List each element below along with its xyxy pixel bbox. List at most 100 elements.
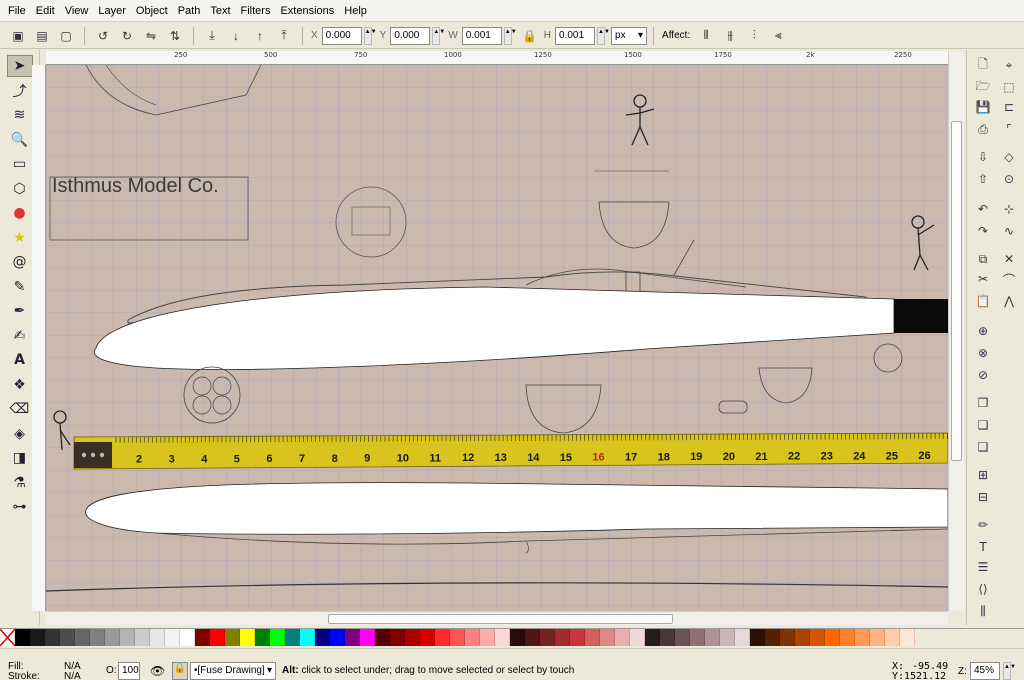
snap-bbox-icon[interactable]: ⬚ [1000,78,1018,96]
palette-swatch[interactable] [795,629,810,646]
flip-horizontal-icon[interactable]: ⇋ [141,26,161,46]
palette-swatch[interactable] [405,629,420,646]
palette-swatch[interactable] [675,629,690,646]
import-icon[interactable]: ⇩ [974,148,992,166]
palette-swatch[interactable] [765,629,780,646]
snap-nodes-icon[interactable]: ⊹ [1000,200,1018,218]
duplicate-icon[interactable]: ❐ [974,394,992,412]
palette-swatch[interactable] [855,629,870,646]
palette-swatch[interactable] [870,629,885,646]
palette-swatch[interactable] [570,629,585,646]
horizontal-scrollbar[interactable] [46,611,948,625]
raise-icon[interactable]: ↑ [250,26,270,46]
palette-swatch[interactable] [705,629,720,646]
scale-stroke-icon[interactable]: ⫴ [696,26,716,46]
vertical-scrollbar[interactable] [948,51,964,611]
print-icon[interactable]: ⎙ [974,120,992,138]
palette-swatch[interactable] [255,629,270,646]
undo-icon[interactable]: ↶ [974,200,992,218]
palette-swatch[interactable] [735,629,750,646]
pen-tool-icon[interactable]: ✒ [7,300,33,322]
node-tool-icon[interactable]: ⤴ [7,80,33,102]
palette-swatch[interactable] [135,629,150,646]
menu-path[interactable]: Path [178,5,201,17]
menu-extensions[interactable]: Extensions [280,5,334,17]
palette-swatch[interactable] [615,629,630,646]
unlink-clone-icon[interactable]: ❑ [974,438,992,456]
copy-icon[interactable]: ⧉ [974,250,992,268]
flip-vertical-icon[interactable]: ⇅ [165,26,185,46]
new-document-icon[interactable]: 🗋 [974,56,992,74]
connector-tool-icon[interactable]: ⊶ [7,496,33,518]
eye-icon[interactable]: 👁 [150,664,165,678]
lower-icon[interactable]: ↓ [226,26,246,46]
snap-edges-icon[interactable]: ⊏ [1000,98,1018,116]
open-icon[interactable]: 🗁 [974,78,992,96]
palette-swatch[interactable] [360,629,375,646]
spiral-tool-icon[interactable]: @ [7,251,33,273]
clone-icon[interactable]: ❏ [974,416,992,434]
paste-icon[interactable]: 📋 [974,292,992,310]
palette-swatch[interactable] [60,629,75,646]
unit-select[interactable]: px ▾ [611,26,648,45]
vertical-scroll-thumb[interactable] [951,121,962,461]
zoom-selection-icon[interactable]: ⊕ [974,322,992,340]
palette-swatch[interactable] [690,629,705,646]
h-spinner[interactable]: ▲▼ [597,26,610,45]
palette-swatch[interactable] [825,629,840,646]
palette-swatch[interactable] [660,629,675,646]
dropper-tool-icon[interactable]: ⚗ [7,472,33,494]
palette-swatch[interactable] [780,629,795,646]
lower-to-bottom-icon[interactable]: ⤓ [202,26,222,46]
palette-swatch[interactable] [840,629,855,646]
star-tool-icon[interactable]: ★ [7,227,33,249]
palette-swatch[interactable] [885,629,900,646]
palette-swatch[interactable] [900,629,915,646]
selector-tool-icon[interactable]: ➤ [6,55,33,77]
zoom-tool-icon[interactable]: 🔍 [7,129,33,151]
palette-swatch[interactable] [300,629,315,646]
snap-intersections-icon[interactable]: ✕ [1000,250,1018,268]
layers-icon[interactable]: ☰ [974,558,992,576]
y-spinner[interactable]: ▲▼ [432,26,445,45]
gradient-tool-icon[interactable]: ◨ [7,447,33,469]
rotate-ccw-icon[interactable]: ↺ [93,26,113,46]
palette-swatch[interactable] [750,629,765,646]
snap-centers-icon[interactable]: ⊙ [1000,170,1018,188]
palette-swatch[interactable] [225,629,240,646]
palette-swatch[interactable] [720,629,735,646]
palette-swatch[interactable] [540,629,555,646]
align-icon[interactable]: ⫼ [974,602,992,620]
group-icon[interactable]: ⊞ [974,466,992,484]
palette-swatch[interactable] [180,629,195,646]
lock-icon[interactable]: 🔒 [520,26,540,46]
rotate-cw-icon[interactable]: ↻ [117,26,137,46]
pencil-tool-icon[interactable]: ✎ [7,276,33,298]
no-paint-swatch[interactable] [0,629,15,646]
palette-swatch[interactable] [495,629,510,646]
cut-icon[interactable]: ✂ [974,270,992,288]
w-input[interactable]: 0.001 [461,26,502,45]
text-tool-icon[interactable]: A [7,349,33,371]
palette-swatch[interactable] [165,629,180,646]
palette-swatch[interactable] [45,629,60,646]
palette-swatch[interactable] [555,629,570,646]
spray-tool-icon[interactable]: ❖ [7,374,33,396]
palette-swatch[interactable] [585,629,600,646]
palette-swatch[interactable] [270,629,285,646]
xml-editor-icon[interactable]: ⟨⟩ [974,580,992,598]
horizontal-scroll-thumb[interactable] [328,614,673,624]
palette-swatch[interactable] [435,629,450,646]
palette-swatch[interactable] [195,629,210,646]
palette-swatch[interactable] [150,629,165,646]
snap-toggle-icon[interactable]: ⌖ [1000,56,1018,74]
ellipse-tool-icon[interactable]: ● [7,202,33,224]
layer-select[interactable]: •[Fuse Drawing] ▾ [190,662,276,680]
rectangle-tool-icon[interactable]: ▭ [7,153,33,175]
palette-swatch[interactable] [120,629,135,646]
calligraphy-tool-icon[interactable]: ✍ [7,325,33,347]
palette-swatch[interactable] [330,629,345,646]
bucket-tool-icon[interactable]: ◈ [7,423,33,445]
palette-swatch[interactable] [315,629,330,646]
palette-swatch[interactable] [420,629,435,646]
